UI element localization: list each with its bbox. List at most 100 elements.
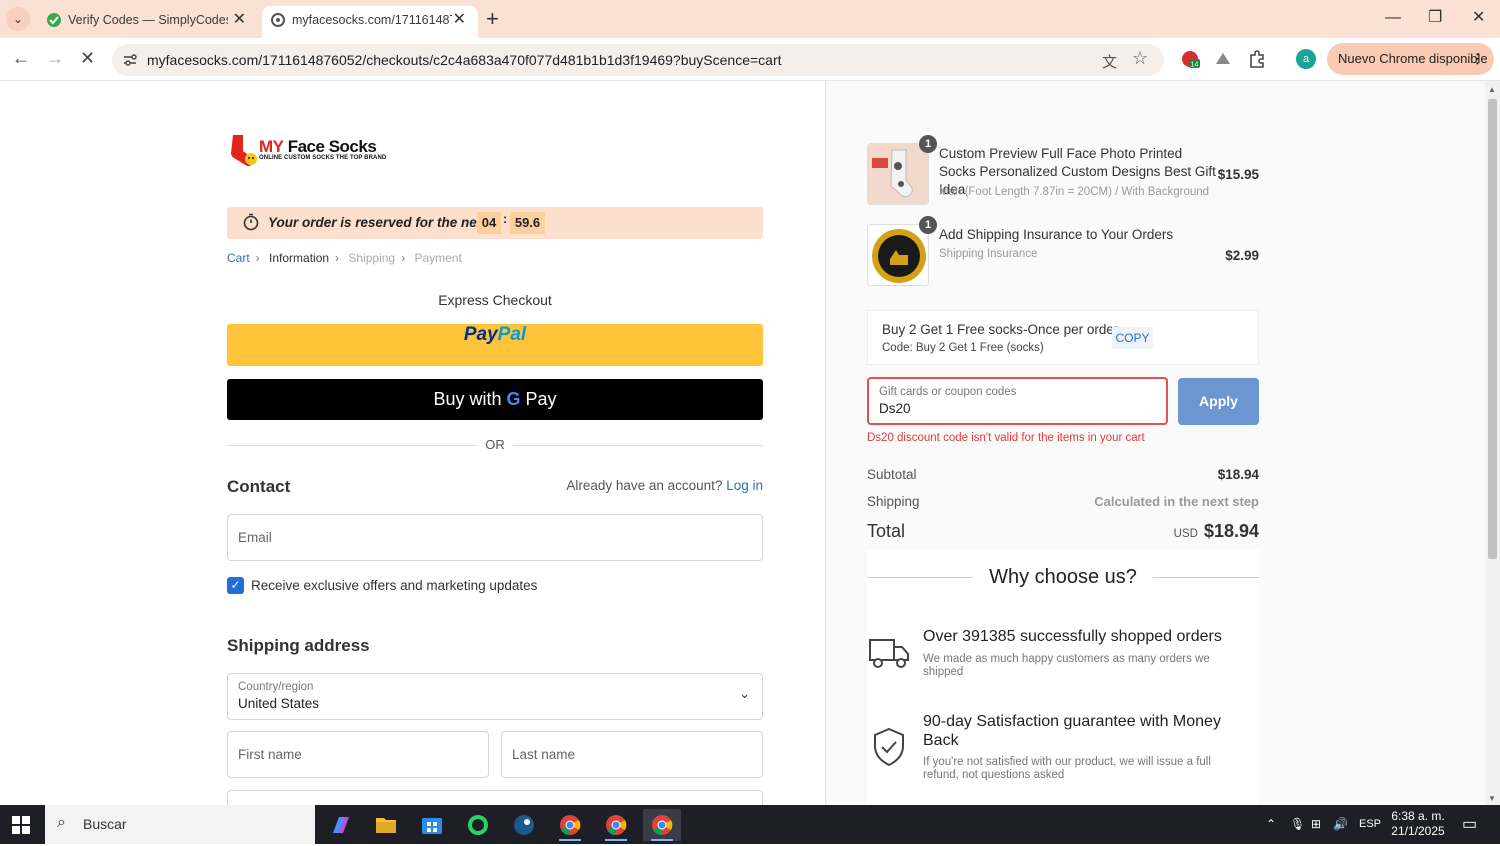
- extension-badge: 14: [1191, 62, 1199, 69]
- subtotal-value: $18.94: [1217, 467, 1259, 482]
- shipping-value: Calculated in the next step: [1094, 494, 1259, 509]
- steam-icon[interactable]: [505, 809, 543, 841]
- sock-product-image-icon: [868, 144, 928, 204]
- country-select[interactable]: Country/region United States ⌄: [227, 673, 763, 720]
- close-window-icon[interactable]: ✕: [1472, 6, 1485, 30]
- site-info-icon[interactable]: [122, 52, 138, 68]
- stop-loading-icon[interactable]: ✕: [80, 46, 95, 70]
- copilot-app-icon[interactable]: [321, 809, 359, 841]
- tab-search-dropdown[interactable]: ⌄: [6, 7, 30, 31]
- scroll-down-icon[interactable]: ▼: [1488, 794, 1496, 803]
- new-tab-icon[interactable]: +: [486, 6, 499, 32]
- forward-icon[interactable]: →: [46, 46, 64, 70]
- google-pay-button[interactable]: Buy with G Pay: [227, 379, 763, 420]
- search-icon: ⌕: [57, 814, 66, 831]
- first-name-field[interactable]: First name: [227, 731, 489, 778]
- web-page: MY Face Socks ONLINE CUSTOM SOCKS THE TO…: [0, 81, 1500, 805]
- total-currency: USD: [1173, 528, 1198, 540]
- microphone-icon[interactable]: 🎙: [1290, 805, 1305, 844]
- item-price: $2.99: [1225, 248, 1259, 263]
- logo-tagline: ONLINE CUSTOM SOCKS THE TOP BRAND: [259, 155, 387, 161]
- shipping-label: Shipping: [867, 494, 920, 509]
- promo-code: Code: Buy 2 Get 1 Free (socks): [882, 342, 1044, 354]
- notifications-icon[interactable]: ▭: [1462, 805, 1477, 844]
- product-thumbnail: [867, 224, 929, 286]
- file-explorer-icon[interactable]: [367, 809, 405, 841]
- restore-icon[interactable]: ❐: [1428, 6, 1442, 30]
- store-logo[interactable]: MY Face Socks ONLINE CUSTOM SOCKS THE TO…: [227, 133, 407, 169]
- tab-title: myfacesocks.com/17116148760: [292, 13, 452, 27]
- back-icon[interactable]: ←: [12, 46, 30, 70]
- copy-code-button[interactable]: COPY: [1112, 327, 1153, 349]
- breadcrumb: Cart › Information › Shipping › Payment: [227, 249, 468, 267]
- chevron-down-icon: ⌄: [739, 686, 750, 701]
- shipping-insurance-badge-icon: [868, 225, 928, 285]
- logo-text: MY Face Socks: [259, 137, 377, 156]
- coupon-input[interactable]: Gift cards or coupon codes Ds20: [867, 377, 1168, 425]
- extensions-puzzle-icon[interactable]: [1247, 49, 1267, 69]
- apply-coupon-button[interactable]: Apply: [1178, 378, 1259, 425]
- tab-strip: ⌄ Verify Codes — SimplyCodes ✕ myfacesoc…: [0, 0, 1500, 38]
- offers-checkbox-label[interactable]: Receive exclusive offers and marketing u…: [251, 578, 537, 593]
- update-label: Nuevo Chrome disponible: [1338, 51, 1488, 66]
- extension-2-icon[interactable]: [1213, 49, 1233, 69]
- feature-guarantee-desc: If you're not satisfied with our product…: [923, 756, 1211, 781]
- input-language[interactable]: ESP: [1359, 805, 1381, 844]
- profile-avatar[interactable]: a: [1296, 49, 1316, 69]
- login-link[interactable]: Log in: [726, 478, 763, 493]
- address-bar[interactable]: myfacesocks.com/1711614876052/checkouts/…: [112, 44, 1164, 76]
- last-name-field[interactable]: Last name: [501, 731, 763, 778]
- taskbar-search[interactable]: ⌕ Buscar: [45, 805, 315, 844]
- chrome-update-button[interactable]: Nuevo Chrome disponible ⋮: [1327, 43, 1494, 75]
- promo-title: Buy 2 Get 1 Free socks-Once per order: [882, 322, 1119, 337]
- page-scrollbar[interactable]: ▲ ▼: [1485, 81, 1500, 805]
- paypal-button[interactable]: PayPal: [227, 324, 763, 366]
- extension-icon[interactable]: 14: [1180, 49, 1200, 69]
- total-value: $18.94: [1203, 521, 1259, 541]
- shield-check-icon: [874, 727, 904, 767]
- microsoft-store-icon[interactable]: [413, 809, 451, 841]
- country-label: Country/region: [238, 681, 314, 693]
- coupon-error: Ds20 discount code isn't valid for the i…: [867, 432, 1145, 444]
- timer-separator: :: [503, 211, 508, 226]
- scrollbar-thumb[interactable]: [1488, 99, 1497, 559]
- email-field[interactable]: Email: [227, 514, 763, 561]
- system-clock[interactable]: 6:38 a. m. 21/1/2025: [1386, 809, 1450, 839]
- sock-logo-icon: [231, 135, 257, 167]
- timer-message: Your order is reserved for the next: [268, 215, 489, 230]
- checkout-main: MY Face Socks ONLINE CUSTOM SOCKS THE TO…: [0, 81, 825, 805]
- whatsapp-icon[interactable]: [459, 809, 497, 841]
- why-title: Why choose us?: [989, 566, 1137, 588]
- address-field[interactable]: [227, 790, 763, 805]
- network-icon[interactable]: ⊞: [1311, 805, 1321, 844]
- breadcrumb-cart[interactable]: Cart: [227, 251, 250, 265]
- breadcrumb-shipping: Shipping: [348, 251, 396, 265]
- chrome-profile-2-icon[interactable]: [597, 809, 635, 841]
- loading-favicon-icon: [271, 13, 285, 27]
- simplycodes-favicon-icon: [47, 13, 61, 27]
- translate-icon[interactable]: 文: [1102, 51, 1117, 72]
- windows-start-icon[interactable]: [12, 816, 30, 834]
- tab-simplycodes[interactable]: Verify Codes — SimplyCodes ✕: [38, 6, 258, 38]
- breadcrumb-payment: Payment: [414, 251, 462, 265]
- volume-icon[interactable]: 🔊: [1333, 805, 1348, 844]
- email-placeholder: Email: [238, 530, 272, 545]
- bookmark-star-icon[interactable]: ☆: [1132, 48, 1148, 69]
- chrome-active-icon[interactable]: [643, 809, 681, 841]
- chrome-profile-1-icon[interactable]: [551, 809, 589, 841]
- tab-myfacesocks[interactable]: myfacesocks.com/17116148760 ✕: [262, 6, 478, 38]
- more-menu-icon[interactable]: ⋮: [1471, 43, 1484, 75]
- first-name-placeholder: First name: [238, 747, 302, 762]
- close-tab-icon[interactable]: ✕: [233, 6, 246, 34]
- quantity-badge: 1: [919, 135, 937, 153]
- windows-taskbar: ⌕ Buscar ⌃ 🎙 ⊞ 🔊 ESP 6:38 a. m. 21/1/202…: [0, 805, 1500, 844]
- close-tab-icon[interactable]: ✕: [453, 6, 466, 34]
- subtotal-label: Subtotal: [867, 467, 917, 482]
- reservation-timer: Your order is reserved for the next 04 :…: [227, 207, 763, 239]
- url-text: myfacesocks.com/1711614876052/checkouts/…: [147, 52, 782, 68]
- tray-overflow-icon[interactable]: ⌃: [1266, 805, 1276, 844]
- offers-checkbox[interactable]: ✓: [227, 577, 244, 594]
- scroll-up-icon[interactable]: ▲: [1488, 85, 1496, 94]
- clock-date: 21/1/2025: [1391, 824, 1445, 838]
- minimize-icon[interactable]: —: [1385, 6, 1401, 30]
